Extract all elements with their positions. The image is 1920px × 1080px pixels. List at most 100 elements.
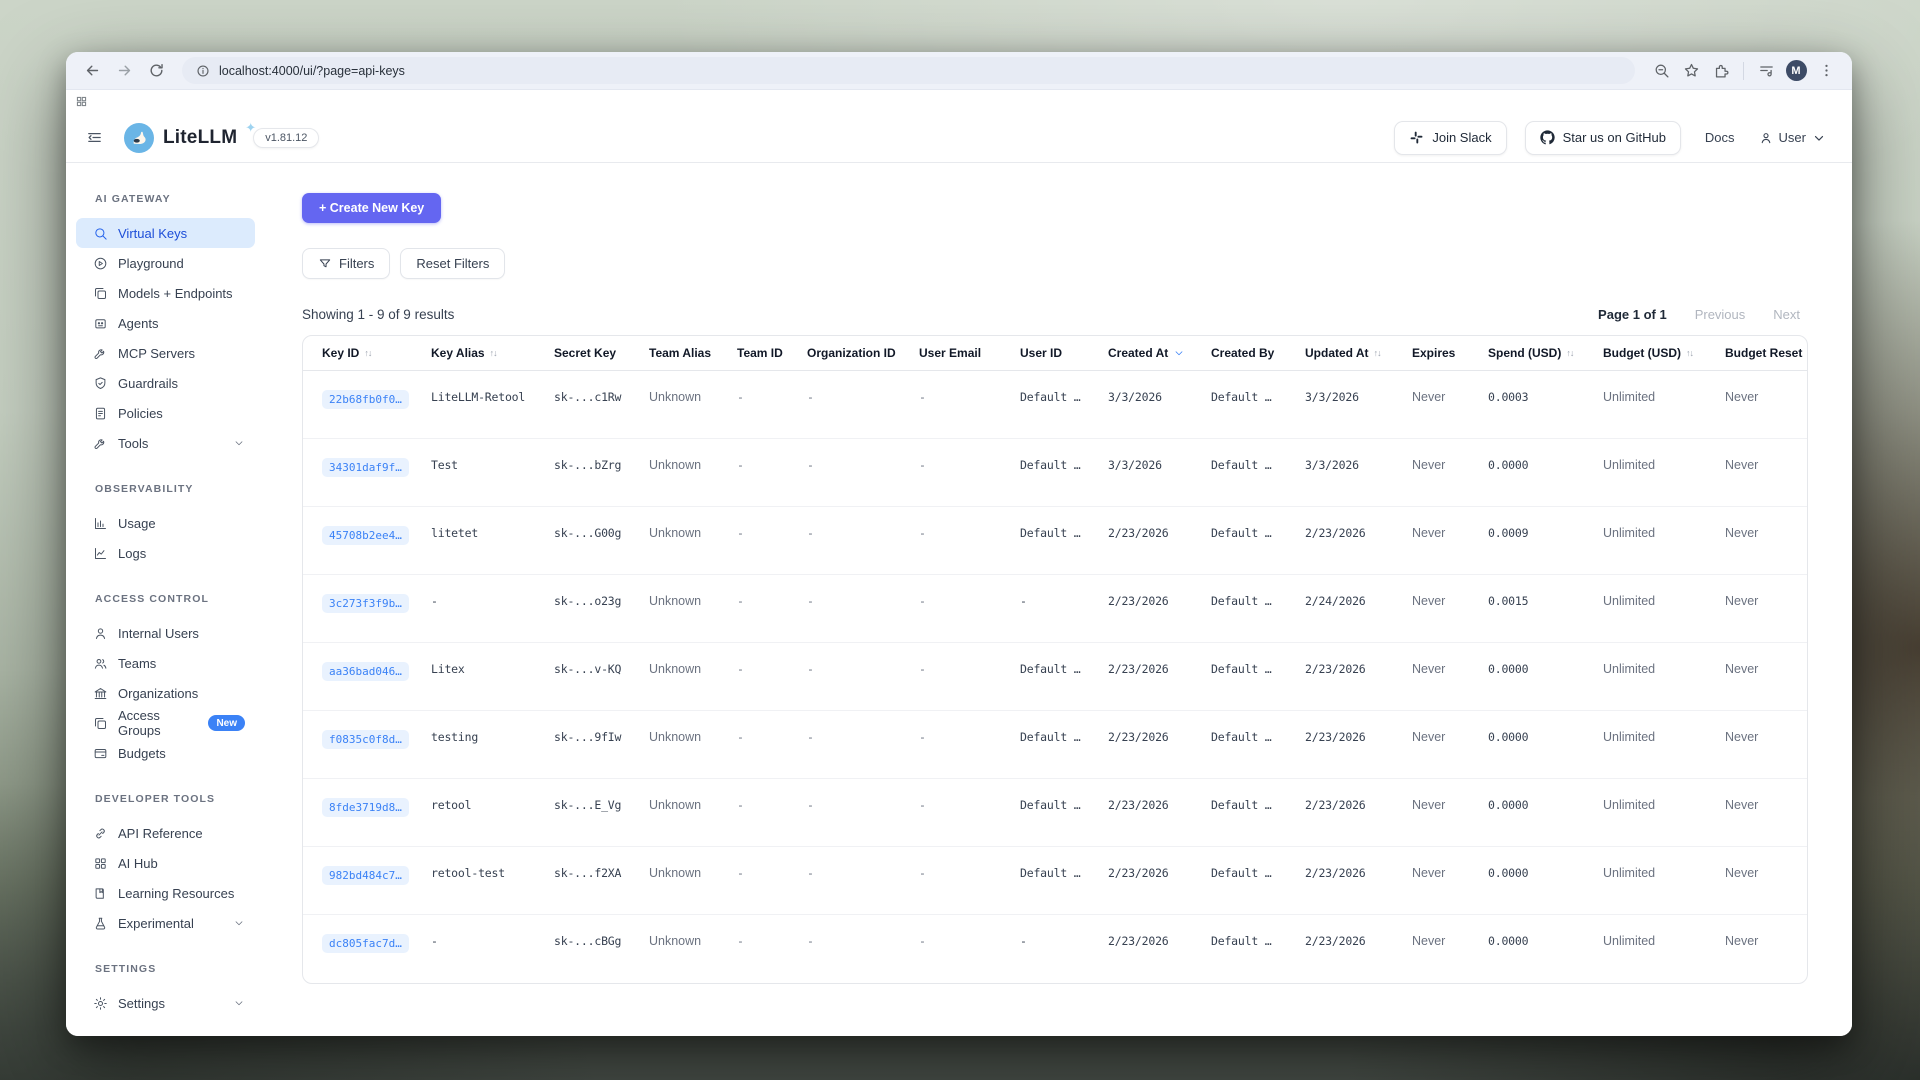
- cell-key-alias: Test: [431, 439, 554, 506]
- key-id-link[interactable]: 982bd484c7…: [322, 866, 409, 885]
- cell-spend: 0.0000: [1488, 643, 1603, 710]
- table-row[interactable]: aa36bad046…Litexsk-...v-KQUnknown---Defa…: [303, 643, 1807, 711]
- table-row[interactable]: 3c273f3f9b…-sk-...o23gUnknown----2/23/20…: [303, 575, 1807, 643]
- column-header-spend-usd[interactable]: Spend (USD)↑↓: [1488, 336, 1603, 370]
- address-bar[interactable]: localhost:4000/ui/?page=api-keys: [182, 57, 1635, 84]
- wrench-icon: [93, 436, 108, 451]
- docs-link[interactable]: Docs: [1705, 130, 1735, 145]
- sidebar-item-policies[interactable]: Policies: [76, 398, 255, 428]
- keys-table: Key ID↑↓Key Alias↑↓Secret KeyTeam AliasT…: [302, 335, 1808, 984]
- apps-grid-icon[interactable]: [75, 95, 88, 108]
- column-header-budget-usd[interactable]: Budget (USD)↑↓: [1603, 336, 1725, 370]
- column-header-created-at[interactable]: Created At: [1108, 336, 1211, 370]
- reset-filters-button[interactable]: Reset Filters: [400, 248, 505, 279]
- table-row[interactable]: f0835c0f8d…testingsk-...9fIwUnknown---De…: [303, 711, 1807, 779]
- key-id-link[interactable]: 45708b2ee4…: [322, 526, 409, 545]
- key-id-link[interactable]: 34301daf9f…: [322, 458, 409, 477]
- key-id-link[interactable]: dc805fac7d…: [322, 934, 409, 953]
- document-icon: [93, 406, 108, 421]
- sidebar-item-tools[interactable]: Tools: [76, 428, 255, 458]
- table-row[interactable]: 982bd484c7…retool-testsk-...f2XAUnknown-…: [303, 847, 1807, 915]
- extensions-icon[interactable]: [1707, 57, 1735, 85]
- cell-expires: Never: [1412, 507, 1488, 574]
- reload-icon[interactable]: [142, 57, 170, 85]
- sidebar-item-label: Policies: [118, 406, 163, 421]
- previous-page-button[interactable]: Previous: [1695, 307, 1746, 322]
- create-new-key-button[interactable]: + Create New Key: [302, 193, 441, 223]
- filters-button[interactable]: Filters: [302, 248, 390, 279]
- cell-organization-id: -: [807, 915, 919, 983]
- cell-created-by: Default …: [1211, 915, 1305, 983]
- sidebar-item-label: Usage: [118, 516, 156, 531]
- chevron-down-icon: [233, 437, 245, 449]
- agent-icon: [93, 316, 108, 331]
- side-panel-icon[interactable]: [1752, 57, 1780, 85]
- sidebar-item-access-groups[interactable]: Access GroupsNew: [76, 708, 255, 738]
- column-header-key-alias[interactable]: Key Alias↑↓: [431, 336, 554, 370]
- sidebar-item-ai-hub[interactable]: AI Hub: [76, 848, 255, 878]
- cell-team-alias: Unknown: [649, 575, 737, 642]
- cell-key-id: 34301daf9f…: [322, 439, 431, 506]
- key-id-link[interactable]: aa36bad046…: [322, 662, 409, 681]
- back-icon[interactable]: [78, 57, 106, 85]
- menu-kebab-icon[interactable]: [1812, 57, 1840, 85]
- sidebar-item-playground[interactable]: Playground: [76, 248, 255, 278]
- sidebar-item-virtual-keys[interactable]: Virtual Keys: [76, 218, 255, 248]
- next-page-button[interactable]: Next: [1773, 307, 1800, 322]
- sidebar-item-mcp-servers[interactable]: MCP Servers: [76, 338, 255, 368]
- browser-toolbar: localhost:4000/ui/?page=api-keys M: [66, 52, 1852, 90]
- join-slack-button[interactable]: Join Slack: [1394, 121, 1506, 155]
- sidebar-item-experimental[interactable]: Experimental: [76, 908, 255, 938]
- column-header-updated-at[interactable]: Updated At↑↓: [1305, 336, 1412, 370]
- key-id-link[interactable]: f0835c0f8d…: [322, 730, 409, 749]
- user-menu[interactable]: User: [1759, 130, 1826, 145]
- sidebar-item-api-reference[interactable]: API Reference: [76, 818, 255, 848]
- sidebar-item-teams[interactable]: Teams: [76, 648, 255, 678]
- sidebar-item-internal-users[interactable]: Internal Users: [76, 618, 255, 648]
- results-row: Showing 1 - 9 of 9 results Page 1 of 1 P…: [302, 307, 1808, 322]
- sidebar-item-budgets[interactable]: Budgets: [76, 738, 255, 768]
- play-icon: [93, 256, 108, 271]
- table-body: 22b68fb0f0…LiteLLM-Retoolsk-...c1RwUnkno…: [303, 371, 1807, 983]
- cell-organization-id: -: [807, 643, 919, 710]
- sidebar-item-organizations[interactable]: Organizations: [76, 678, 255, 708]
- column-header-key-id[interactable]: Key ID↑↓: [322, 336, 431, 370]
- forward-icon[interactable]: [110, 57, 138, 85]
- sidebar-item-learning-resources[interactable]: Learning Resources: [76, 878, 255, 908]
- browser-window: localhost:4000/ui/?page=api-keys M LiteL…: [66, 52, 1852, 1036]
- table-row[interactable]: 34301daf9f…Testsk-...bZrgUnknown---Defau…: [303, 439, 1807, 507]
- sidebar-section-developer-tools: DEVELOPER TOOLS: [95, 793, 302, 805]
- cell-user-id: Default …: [1020, 711, 1108, 778]
- sidebar-item-settings[interactable]: Settings: [76, 988, 255, 1018]
- cell-team-id: -: [737, 643, 807, 710]
- key-id-link[interactable]: 22b68fb0f0…: [322, 390, 409, 409]
- cell-key-id: 982bd484c7…: [322, 847, 431, 914]
- bookmark-star-icon[interactable]: [1677, 57, 1705, 85]
- cell-created-by: Default …: [1211, 439, 1305, 506]
- sidebar-item-usage[interactable]: Usage: [76, 508, 255, 538]
- zoom-icon[interactable]: [1647, 57, 1675, 85]
- table-row[interactable]: 22b68fb0f0…LiteLLM-Retoolsk-...c1RwUnkno…: [303, 371, 1807, 439]
- star-github-button[interactable]: Star us on GitHub: [1525, 121, 1681, 155]
- sidebar-item-agents[interactable]: Agents: [76, 308, 255, 338]
- cell-created-at: 2/23/2026: [1108, 643, 1211, 710]
- cell-updated-at: 2/23/2026: [1305, 779, 1412, 846]
- table-row[interactable]: 45708b2ee4…litetetsk-...G00gUnknown---De…: [303, 507, 1807, 575]
- sidebar-item-models-endpoints[interactable]: Models + Endpoints: [76, 278, 255, 308]
- slack-icon: [1409, 130, 1424, 145]
- sidebar-item-logs[interactable]: Logs: [76, 538, 255, 568]
- sidebar-item-guardrails[interactable]: Guardrails: [76, 368, 255, 398]
- cell-key-alias: litetet: [431, 507, 554, 574]
- cell-budget-reset: Never: [1725, 643, 1807, 710]
- table-row[interactable]: dc805fac7d…-sk-...cBGgUnknown----2/23/20…: [303, 915, 1807, 983]
- cell-key-id: 45708b2ee4…: [322, 507, 431, 574]
- key-id-link[interactable]: 8fde3719d8…: [322, 798, 409, 817]
- collapse-sidebar-icon[interactable]: [78, 122, 110, 154]
- sidebar-item-label: Settings: [118, 996, 165, 1011]
- url-text: localhost:4000/ui/?page=api-keys: [219, 64, 405, 78]
- key-id-link[interactable]: 3c273f3f9b…: [322, 594, 409, 613]
- pagination: Page 1 of 1 Previous Next: [1598, 307, 1800, 322]
- table-row[interactable]: 8fde3719d8…retoolsk-...E_VgUnknown---Def…: [303, 779, 1807, 847]
- column-header-secret-key: Secret Key: [554, 336, 649, 370]
- profile-avatar[interactable]: M: [1782, 57, 1810, 85]
